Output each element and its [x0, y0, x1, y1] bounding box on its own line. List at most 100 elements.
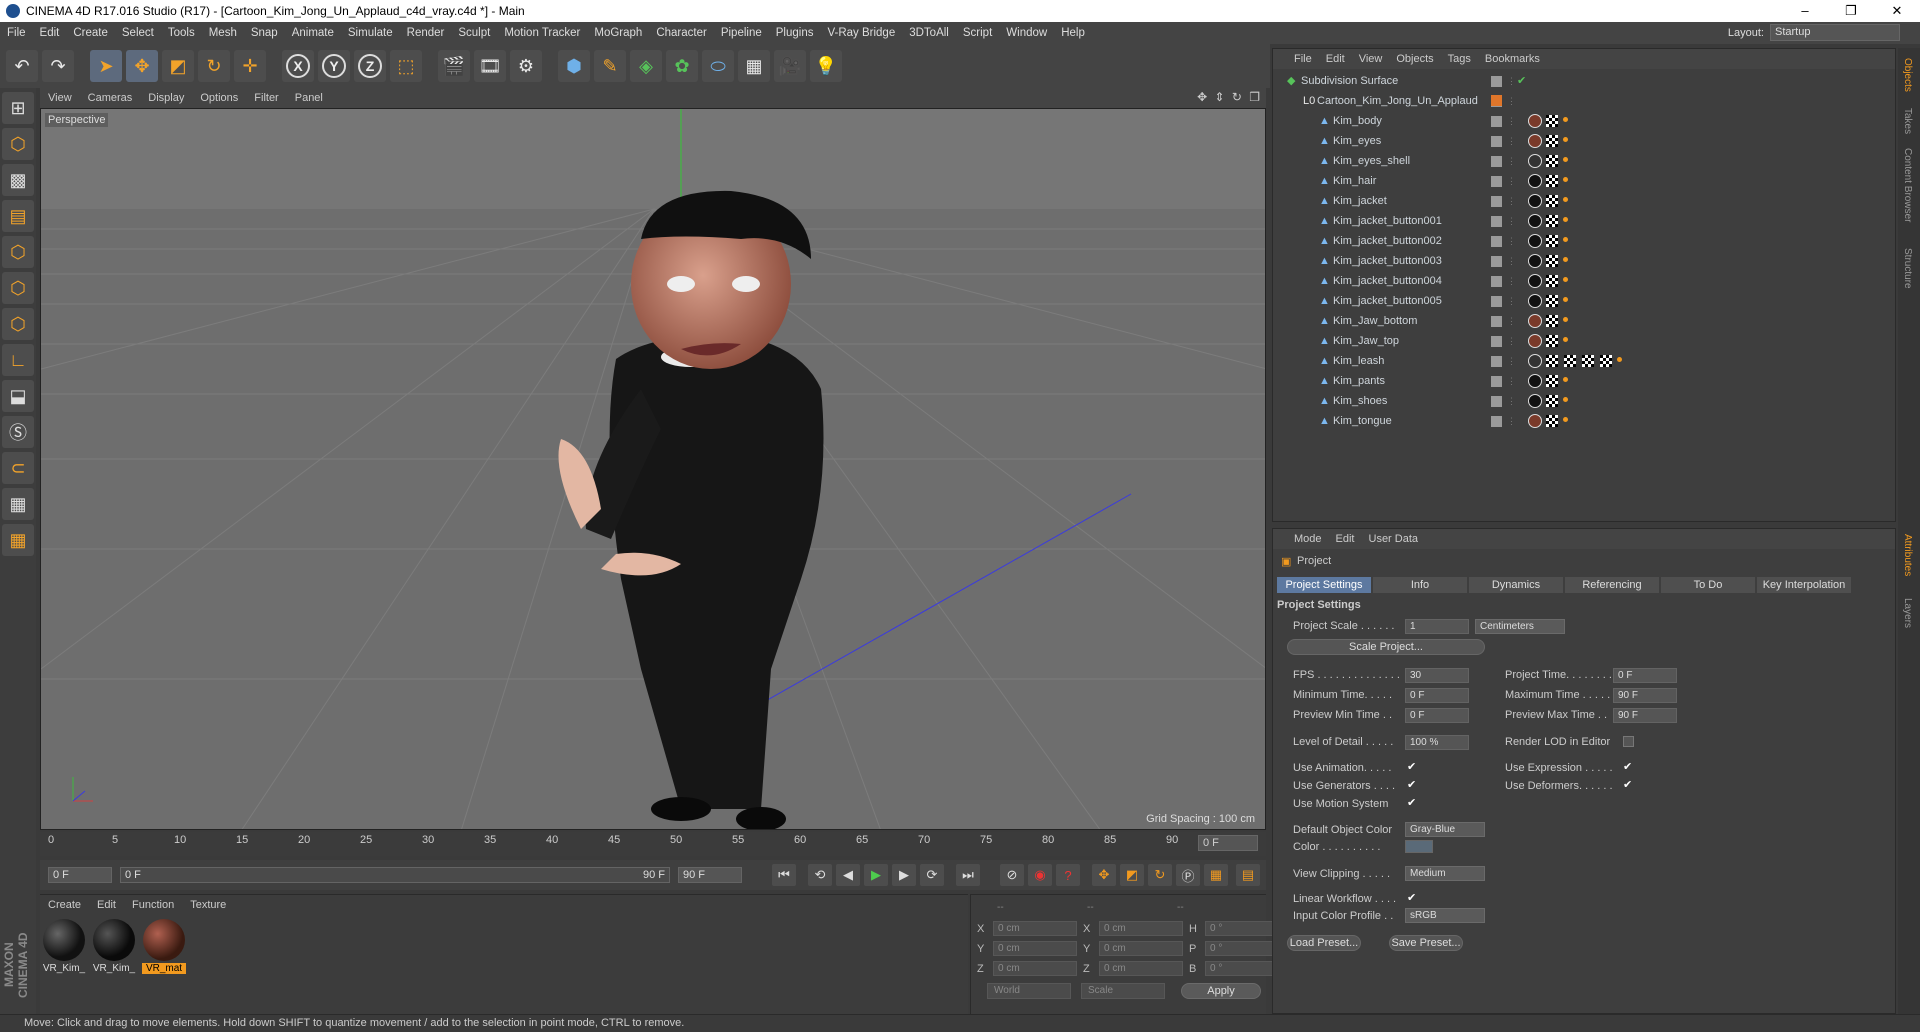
attributes-menu-edit[interactable]: Edit [1329, 533, 1362, 545]
object-row[interactable]: ▲ Kim_hair ⋮ [1273, 171, 1895, 191]
key-scale-icon[interactable]: ◩ [1120, 864, 1144, 886]
phong-tag-icon[interactable] [1563, 397, 1568, 402]
editor-render-toggle-icon[interactable]: ⋮ [1507, 96, 1516, 107]
layer-visibility-icon[interactable] [1491, 75, 1502, 87]
material-tag-icon[interactable] [1528, 354, 1542, 368]
menu-render[interactable]: Render [400, 22, 452, 44]
viewport-menu-filter[interactable]: Filter [246, 92, 286, 104]
autokey-icon[interactable]: ? [1056, 864, 1080, 886]
save-preset-button[interactable]: Save Preset... [1389, 935, 1463, 951]
use-motion-system-checkbox[interactable]: ✔ [1407, 798, 1418, 809]
render-settings-icon[interactable]: ⚙ [510, 50, 542, 82]
menu-tools[interactable]: Tools [161, 22, 202, 44]
render-picture-viewer-icon[interactable]: 🎞 [474, 50, 506, 82]
object-name[interactable]: Kim_eyes_shell [1333, 155, 1410, 167]
object-name[interactable]: Cartoon_Kim_Jong_Un_Applaud [1317, 95, 1478, 107]
layer-visibility-icon[interactable] [1491, 115, 1502, 127]
viewport-menu-cameras[interactable]: Cameras [80, 92, 141, 104]
apply-button[interactable]: Apply [1181, 983, 1261, 999]
object-name[interactable]: Kim_Jaw_top [1333, 335, 1399, 347]
fps-field[interactable]: 30 [1405, 668, 1469, 683]
material-tag-icon[interactable] [1528, 174, 1542, 188]
side-tab-takes[interactable]: Takes [1902, 108, 1913, 134]
use-deformers-checkbox[interactable]: ✔ [1623, 780, 1634, 791]
project-scale-unit-dropdown[interactable]: Centimeters [1475, 619, 1565, 634]
size-y-field[interactable]: 0 cm [1099, 941, 1183, 956]
material-tag-icon[interactable] [1528, 194, 1542, 208]
texture-tag-icon[interactable] [1546, 215, 1558, 227]
enabled-check-icon[interactable]: ✔ [1517, 74, 1526, 87]
menu-window[interactable]: Window [999, 22, 1054, 44]
menu-3dtoall[interactable]: 3DToAll [902, 22, 956, 44]
object-row[interactable]: ▲ Kim_jacket_button003 ⋮ [1273, 251, 1895, 271]
material-tag-icon[interactable] [1528, 414, 1542, 428]
layer-visibility-icon[interactable] [1491, 275, 1502, 287]
material-menu-create[interactable]: Create [40, 899, 89, 911]
material-tag-icon[interactable] [1528, 114, 1542, 128]
go-to-start-icon[interactable]: ⏮ [772, 864, 796, 886]
layer-visibility-icon[interactable] [1491, 375, 1502, 387]
size-x-field[interactable]: 0 cm [1099, 921, 1183, 936]
close-button[interactable]: ✕ [1874, 0, 1920, 22]
menu-file[interactable]: File [0, 22, 33, 44]
material-tag-icon[interactable] [1528, 334, 1542, 348]
phong-tag-icon[interactable] [1563, 377, 1568, 382]
coord-size-mode-dropdown[interactable]: Scale [1081, 983, 1165, 999]
render-lod-checkbox[interactable] [1623, 736, 1634, 747]
maximum-time-field[interactable]: 90 F [1613, 688, 1677, 703]
texture-tag-icon[interactable] [1546, 395, 1558, 407]
tab-dynamics[interactable]: Dynamics [1469, 577, 1563, 593]
menu-mograph[interactable]: MoGraph [587, 22, 649, 44]
object-row-group[interactable]: ◆ Subdivision Surface ⋮ ✔ [1273, 71, 1895, 91]
object-name[interactable]: Kim_jacket_button002 [1333, 235, 1442, 247]
object-row[interactable]: ▲ Kim_Jaw_bottom ⋮ [1273, 311, 1895, 331]
next-key-icon[interactable]: ⟳ [920, 864, 944, 886]
editor-render-toggle-icon[interactable]: ⋮ [1507, 176, 1516, 187]
position-x-field[interactable]: 0 cm [993, 921, 1077, 936]
record-active-icon[interactable]: ◉ [1028, 864, 1052, 886]
key-pla-icon[interactable]: ▦ [1204, 864, 1228, 886]
points-mode-icon[interactable]: ⬡ [2, 236, 34, 268]
minimum-time-field[interactable]: 0 F [1405, 688, 1469, 703]
layer-visibility-icon[interactable] [1491, 335, 1502, 347]
layer-visibility-icon[interactable] [1491, 155, 1502, 167]
menu-script[interactable]: Script [956, 22, 999, 44]
rotation-p-field[interactable]: 0 ° [1205, 941, 1277, 956]
texture-tag-icon[interactable] [1564, 355, 1576, 367]
layer-visibility-icon[interactable] [1491, 135, 1502, 147]
texture-mode-icon[interactable]: ▩ [2, 164, 34, 196]
z-axis-lock-icon[interactable]: Z [354, 50, 386, 82]
phong-tag-icon[interactable] [1563, 237, 1568, 242]
make-editable-icon[interactable]: ⊞ [2, 92, 34, 124]
load-preset-button[interactable]: Load Preset... [1287, 935, 1361, 951]
use-animation-checkbox[interactable]: ✔ [1407, 762, 1418, 773]
minimize-button[interactable]: – [1782, 0, 1828, 22]
viewport-navigation-icons[interactable]: ✥ ⇕ ↻ ❐ [1197, 90, 1262, 104]
menu-snap[interactable]: Snap [244, 22, 285, 44]
texture-tag-icon[interactable] [1546, 335, 1558, 347]
previous-key-icon[interactable]: ⟲ [808, 864, 832, 886]
material-menu-function[interactable]: Function [124, 899, 182, 911]
current-frame-field[interactable]: 0 F [1198, 835, 1258, 851]
phong-tag-icon[interactable] [1563, 177, 1568, 182]
input-color-profile-dropdown[interactable]: sRGB [1405, 908, 1485, 923]
object-name[interactable]: Kim_pants [1333, 375, 1385, 387]
object-row[interactable]: ▲ Kim_pants ⋮ [1273, 371, 1895, 391]
object-row[interactable]: ▲ Kim_leash ⋮ [1273, 351, 1895, 371]
menu-motion-tracker[interactable]: Motion Tracker [497, 22, 587, 44]
object-row[interactable]: ▲ Kim_jacket_button001 ⋮ [1273, 211, 1895, 231]
phong-tag-icon[interactable] [1563, 297, 1568, 302]
redo-icon[interactable]: ↷ [42, 50, 74, 82]
object-name[interactable]: Kim_jacket [1333, 195, 1387, 207]
undo-icon[interactable]: ↶ [6, 50, 38, 82]
object-name[interactable]: Kim_Jaw_bottom [1333, 315, 1417, 327]
object-row[interactable]: ▲ Kim_jacket_button005 ⋮ [1273, 291, 1895, 311]
phong-tag-icon[interactable] [1563, 337, 1568, 342]
cube-icon[interactable]: ⬢ [558, 50, 590, 82]
transform-icon[interactable]: ✛ [234, 50, 266, 82]
objects-menu-edit[interactable]: Edit [1319, 53, 1352, 65]
phong-tag-icon[interactable] [1563, 197, 1568, 202]
axis-mode-icon[interactable]: ∟ [2, 344, 34, 376]
material-tag-icon[interactable] [1528, 314, 1542, 328]
edges-mode-icon[interactable]: ⬡ [2, 272, 34, 304]
